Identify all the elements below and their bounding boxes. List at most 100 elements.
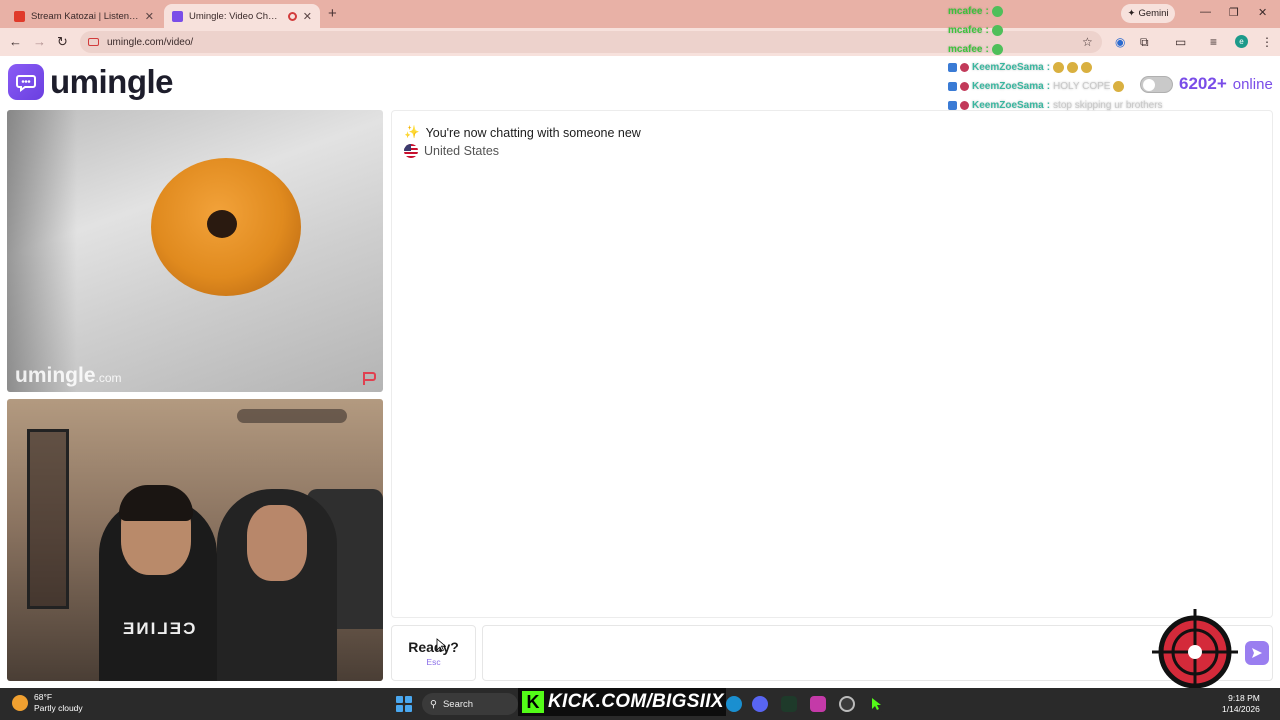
emote-icon [991,25,1003,36]
clock-date: 1/14/2026 [1222,704,1260,714]
forward-arrow-icon[interactable]: → [33,34,46,49]
audio-app-icon[interactable] [781,696,797,712]
discord-app-icon[interactable] [752,696,768,712]
gemini-button[interactable]: ✦ Gemini [1121,4,1175,23]
reading-list-icon[interactable]: ≡ [1210,35,1217,49]
badge-icon [948,101,957,110]
chat-bubble-icon [8,64,44,100]
person-right [217,489,337,681]
weather-widget[interactable]: 68°F Partly cloudy [12,692,83,714]
close-tab-icon[interactable]: ✕ [145,10,154,23]
clock-time: 9:18 PM [1228,693,1260,703]
system-message: ✨ You're now chatting with someone new [404,125,641,140]
umingle-logo[interactable]: umingle [8,63,174,101]
reload-icon[interactable]: ↻ [57,34,68,50]
emote-icon [1081,62,1093,73]
emote-icon [1067,62,1079,73]
edge-app-icon[interactable] [726,696,742,712]
youtube-favicon-icon [14,10,25,22]
logo-text: umingle [50,63,174,100]
recording-indicator-icon [287,11,297,21]
cast-icon[interactable]: ▭ [1175,35,1186,49]
umingle-watermark: umingle.com [15,364,122,387]
shirt-text: CELINE [121,619,196,638]
kick-url-text: KICK.COM/BIGSIIX [548,691,724,712]
profile-avatar[interactable]: e [1235,35,1248,48]
weather-condition: Partly cloudy [34,703,83,713]
report-flag-icon[interactable] [361,370,377,386]
self-video: CELINE [7,399,383,681]
send-arrow-icon [1252,648,1262,658]
instagram-app-icon[interactable] [810,696,826,712]
taskbar-search[interactable]: ⚲ Search [422,693,518,715]
overlay-chat-line: mcafee: [948,25,1003,36]
bookmark-star-icon[interactable]: ☆ [1082,35,1093,49]
browser-tab-bar: Stream Katozai | Listen to top h ✕ Uming… [0,0,1280,28]
tab-title: Stream Katozai | Listen to top h [31,10,139,22]
extension-icon[interactable]: ◉ [1115,35,1125,49]
minimize-icon[interactable]: — [1200,6,1211,18]
esc-hint: Esc [426,657,441,667]
system-clock[interactable]: 9:18 PM 1/14/2026 [1222,693,1260,715]
badge-icon [948,82,957,91]
streamer-crosshair-logo-icon [1152,609,1238,695]
badge-icon [960,101,969,110]
emote-icon [1053,62,1065,73]
kick-stream-banner: K KICK.COM/BIGSIIX [518,688,726,716]
tab-title: Umingle: Video Chat with S [189,10,282,22]
browser-toolbar: ← → ↻ umingle.com/video/ ☆ ◉ ⧉ ▭ ≡ ⋮ [0,28,1280,56]
windows-start-icon[interactable] [396,696,412,712]
online-count: 6202+ [1179,74,1227,93]
emote-icon [991,6,1003,17]
skip-ready-button[interactable]: Ready? Esc [391,625,476,681]
emote-icon [1113,81,1125,92]
status-message-text: You're now chatting with someone new [425,125,641,140]
door-background [27,429,69,609]
overlay-chat-line: KeemZoeSama: HOLY COPE [948,81,1125,92]
overlay-chat-line: KeemZoeSama: [948,62,1093,73]
sparkles-icon: ✨ [404,125,420,139]
badge-icon [960,63,969,72]
temperature: 68°F [34,692,53,702]
new-tab-button[interactable]: + [328,5,337,22]
chat-log: ✨ You're now chatting with someone new U… [391,110,1273,618]
camera-in-use-icon[interactable] [88,38,99,46]
badge-icon [948,63,957,72]
obs-app-icon[interactable] [839,696,855,712]
close-window-icon[interactable]: ✕ [1258,6,1267,19]
online-status: 6202+ online [1140,74,1273,94]
url-text: umingle.com/video/ [107,36,194,48]
ready-label: Ready? [408,639,459,655]
overlay-chat-line: mcafee: [948,44,1003,55]
overlay-chat-line: KeemZoeSama: stop skipping ur brothers [948,100,1163,111]
sparkle-icon: ✦ [1127,8,1136,19]
person-left: CELINE [99,485,217,681]
us-flag-icon [404,144,418,158]
extensions-puzzle-icon[interactable]: ⧉ [1140,35,1149,50]
cursor-app-icon[interactable] [868,696,884,712]
theme-toggle[interactable] [1140,75,1173,93]
stranger-video: umingle.com [7,110,383,392]
restore-icon[interactable]: ❐ [1229,6,1239,19]
emote-icon [991,44,1003,55]
close-tab-icon[interactable]: ✕ [303,10,312,23]
mouse-cursor-icon [436,638,446,652]
tab-stream-katozai[interactable]: Stream Katozai | Listen to top h ✕ [6,4,162,28]
overlay-chat-line: mcafee: [948,6,1003,17]
country-text: United States [424,144,500,158]
search-label: Search [442,698,474,710]
weather-icon [12,695,28,711]
send-button[interactable] [1245,641,1269,665]
search-icon: ⚲ [430,698,437,710]
umingle-favicon-icon [172,10,183,22]
ceiling-fan [237,409,347,423]
badge-icon [960,82,969,91]
kick-logo-icon: K [522,691,544,713]
donut-image [151,158,301,296]
menu-kebab-icon[interactable]: ⋮ [1261,35,1273,49]
online-label: online [1232,75,1273,93]
tab-umingle[interactable]: Umingle: Video Chat with S ✕ [164,4,320,28]
back-arrow-icon[interactable]: ← [9,34,22,49]
gemini-label: Gemini [1138,8,1169,19]
stranger-country: United States [404,144,499,158]
